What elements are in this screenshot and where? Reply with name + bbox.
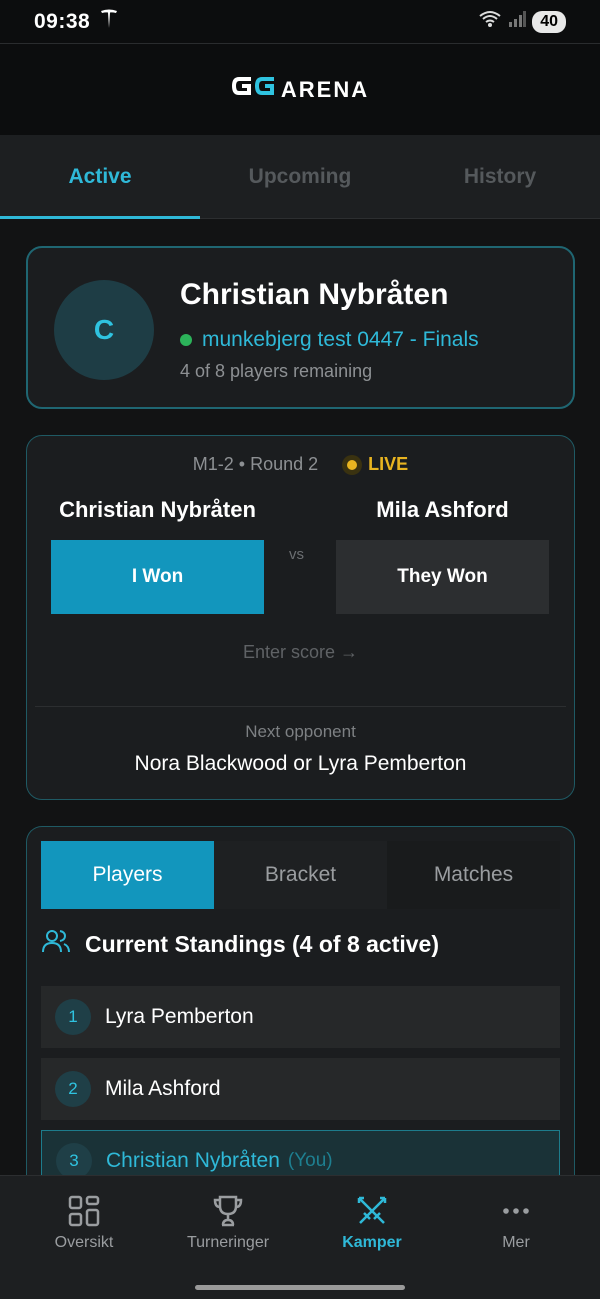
status-bar: 09:38 40 (0, 0, 600, 44)
rank-badge: 2 (55, 1071, 91, 1107)
live-dot-icon (342, 454, 363, 475)
tab-history[interactable]: History (400, 135, 600, 218)
nav-label: Mer (502, 1234, 530, 1251)
nav-oversikt[interactable]: Oversikt (9, 1194, 159, 1252)
app-header: ARENA (0, 44, 600, 135)
standings-row[interactable]: 2 Mila Ashford (41, 1058, 560, 1120)
tab-players[interactable]: Players (41, 841, 214, 909)
standings-tabs: Players Bracket Matches (41, 841, 560, 909)
signal-icon (508, 11, 527, 32)
live-badge: LIVE (342, 454, 408, 475)
match-meta: M1-2 • Round 2 LIVE (27, 454, 574, 475)
standings-player-name: Lyra Pemberton (105, 1005, 254, 1028)
more-icon (499, 1194, 533, 1228)
tab-active[interactable]: Active (0, 135, 200, 219)
nav-mer[interactable]: Mer (441, 1194, 591, 1252)
standings-title: Current Standings (4 of 8 active) (85, 930, 440, 957)
i-won-button[interactable]: I Won (51, 540, 264, 614)
tournament-name: munkebjerg test 0447 - Finals (202, 328, 479, 351)
live-label: LIVE (368, 454, 409, 474)
match-tabs: Active Upcoming History (0, 135, 600, 219)
next-opponent-value: Nora Blackwood or Lyra Pemberton (134, 752, 467, 775)
standings-row[interactable]: 1 Lyra Pemberton (41, 986, 560, 1048)
player-profile-card: C Christian Nybråten munkebjerg test 044… (26, 246, 575, 409)
player-name: Christian Nybråten (180, 278, 449, 311)
standings-card: Players Bracket Matches Current Standing… (26, 826, 575, 1206)
enter-score-link[interactable]: Enter score → (27, 642, 574, 663)
grid-icon (67, 1194, 101, 1228)
tab-upcoming[interactable]: Upcoming (200, 135, 400, 218)
rank-badge: 3 (56, 1143, 92, 1179)
rank-badge: 1 (55, 999, 91, 1035)
status-icons: 40 (478, 10, 566, 33)
logo-mark (231, 74, 277, 105)
tournament-link[interactable]: munkebjerg test 0447 - Finals (180, 328, 479, 352)
logo-text: ARENA (280, 76, 370, 102)
player-two-name: Mila Ashford (376, 497, 509, 522)
players-remaining: 4 of 8 players remaining (180, 361, 373, 381)
wifi-icon (478, 10, 502, 33)
nav-label: Kamper (342, 1234, 402, 1251)
trophy-icon (211, 1194, 245, 1228)
bottom-nav: Oversikt Turneringer Kamper Mer (0, 1175, 600, 1299)
standings-player-name: Christian Nybråten (106, 1149, 280, 1172)
home-indicator[interactable] (195, 1285, 405, 1290)
battery-indicator: 40 (532, 10, 566, 33)
nav-label: Oversikt (54, 1234, 114, 1251)
crossed-swords-icon (355, 1194, 389, 1228)
vs-label: vs (289, 546, 304, 563)
status-dot-icon (180, 334, 192, 346)
tesla-icon (100, 9, 118, 35)
nav-kamper[interactable]: Kamper (297, 1194, 447, 1252)
standings-heading: Current Standings (4 of 8 active) (41, 927, 439, 961)
nav-turneringer[interactable]: Turneringer (153, 1194, 303, 1252)
status-time: 09:38 (34, 9, 91, 33)
avatar: C (54, 280, 154, 380)
next-opponent-label: Next opponent (245, 722, 356, 741)
current-match-card: M1-2 • Round 2 LIVE Christian Nybråten M… (26, 435, 575, 800)
nav-label: Turneringer (186, 1234, 270, 1251)
users-icon (41, 927, 71, 961)
player-one-name: Christian Nybråten (59, 497, 256, 522)
divider (35, 706, 566, 707)
tab-matches[interactable]: Matches (387, 841, 560, 909)
match-round: M1-2 • Round 2 (192, 454, 319, 474)
they-won-button[interactable]: They Won (336, 540, 549, 614)
standings-player-name: Mila Ashford (105, 1077, 221, 1100)
app-logo: ARENA (231, 74, 369, 105)
tab-bracket[interactable]: Bracket (214, 841, 387, 909)
you-tag: (You) (287, 1150, 333, 1171)
